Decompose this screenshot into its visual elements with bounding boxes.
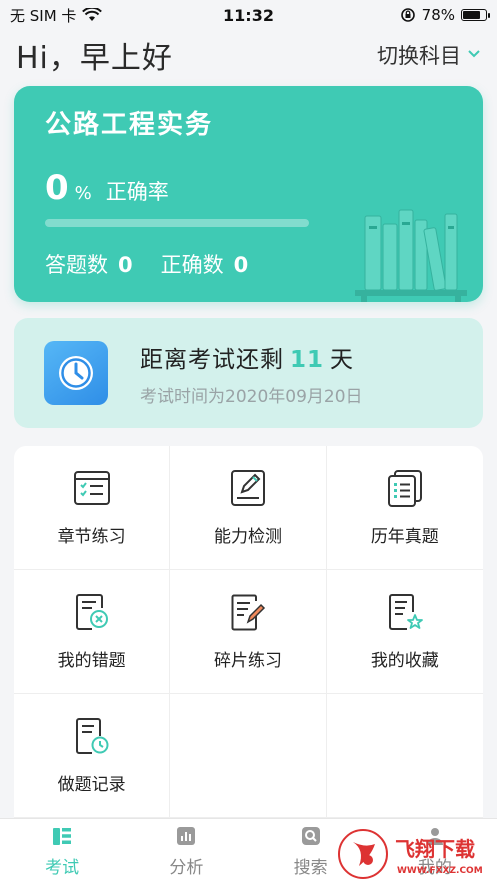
tab-label: 考试 — [45, 857, 80, 878]
status-right: 78% — [400, 6, 490, 24]
countdown-suffix: 天 — [330, 347, 355, 373]
chevron-down-icon — [467, 47, 481, 63]
tab-exam[interactable]: 考试 — [0, 819, 124, 883]
records-icon — [75, 718, 109, 754]
watermark-text: 飞翔下载 — [395, 837, 475, 861]
answered-label: 答题数 — [45, 253, 108, 277]
status-bar: 无 SIM 卡 11:32 78% — [0, 0, 497, 30]
chapter-practice-icon — [73, 471, 110, 505]
battery-fill — [463, 11, 481, 19]
fragment-practice-icon — [231, 594, 266, 631]
countdown-prefix: 距离考试还剩 — [140, 347, 284, 373]
grid-item-favorites[interactable]: 我的收藏 — [326, 570, 483, 694]
countdown-title: 距离考试还剩 11 天 — [140, 340, 354, 374]
tab-label: 搜索 — [293, 857, 328, 878]
carrier-text: 无 SIM 卡 — [10, 6, 77, 25]
past-exams-icon — [387, 470, 422, 507]
grid-item-label: 章节练习 — [57, 527, 126, 547]
accuracy-progress-bar — [45, 219, 309, 227]
greeting-title: Hi，早上好 — [16, 41, 173, 76]
subject-title: 公路工程实务 — [45, 110, 214, 140]
tab-analysis[interactable]: 分析 — [124, 819, 248, 883]
grid-item-chapter-practice[interactable]: 章节练习 — [14, 446, 171, 570]
counts-row: 答题数 0 正确数 0 — [45, 249, 248, 279]
site-watermark-logo: 飞翔下载 WWW.FXXZ.COM — [338, 829, 483, 879]
correct-label: 正确数 — [160, 253, 224, 277]
grid-item-label: 我的收藏 — [370, 651, 439, 671]
accuracy-label: 正确率 — [105, 180, 169, 204]
ability-test-icon — [230, 470, 265, 506]
watermark-url: WWW.FXXZ.COM — [397, 866, 483, 876]
search-icon — [301, 826, 320, 845]
battery-percent: 78% — [421, 6, 455, 24]
grid-empty-cell — [326, 694, 483, 818]
accuracy-value: 0 — [45, 168, 69, 208]
switch-subject-button[interactable]: 切换科目 — [377, 40, 481, 70]
grid-item-label: 能力检测 — [213, 527, 282, 547]
countdown-days: 11 — [290, 347, 325, 373]
switch-subject-label: 切换科目 — [377, 44, 461, 68]
chart-icon — [177, 826, 196, 845]
exam-date-text: 考试时间为2020年09月20日 — [140, 387, 363, 407]
answered-count: 答题数 0 — [45, 249, 133, 279]
correct-value: 0 — [233, 253, 249, 277]
grid-item-ability-test[interactable]: 能力检测 — [170, 446, 327, 570]
grid-item-label: 碎片练习 — [213, 651, 282, 671]
grid-item-label: 我的错题 — [57, 651, 126, 671]
grid-item-past-exams[interactable]: 历年真题 — [326, 446, 483, 570]
favorites-icon — [388, 594, 423, 630]
grid-item-records[interactable]: 做题记录 — [14, 694, 171, 818]
exam-icon — [53, 827, 72, 845]
accuracy-unit: % — [74, 183, 92, 204]
tab-label: 分析 — [169, 857, 204, 878]
wifi-icon — [82, 8, 103, 21]
clock-icon — [44, 341, 108, 405]
answered-value: 0 — [118, 253, 133, 277]
feature-grid: 章节练习 能力检测 历年真题 我的错题 碎片练习 我的收藏 做题记录 — [14, 446, 483, 818]
orientation-lock-icon — [400, 8, 415, 22]
grid-item-label: 做题记录 — [57, 775, 126, 795]
header: Hi，早上好 切换科目 — [0, 30, 497, 80]
grid-item-label: 历年真题 — [370, 527, 439, 547]
status-left: 无 SIM 卡 — [10, 5, 103, 26]
grid-item-wrong-questions[interactable]: 我的错题 — [14, 570, 171, 694]
battery-icon — [461, 9, 490, 21]
wrong-questions-icon — [75, 594, 108, 630]
correct-count: 正确数 0 — [161, 249, 249, 279]
exam-countdown-card[interactable]: 距离考试还剩 11 天 考试时间为2020年09月20日 — [14, 318, 483, 428]
subject-stats-card[interactable]: 公路工程实务 0 % 正确率 答题数 0 正确数 0 — [14, 86, 483, 302]
grid-item-fragment-practice[interactable]: 碎片练习 — [170, 570, 327, 694]
accuracy-row: 0 % 正确率 — [45, 168, 169, 208]
grid-empty-cell — [170, 694, 327, 818]
bookshelf-illustration — [355, 209, 467, 302]
